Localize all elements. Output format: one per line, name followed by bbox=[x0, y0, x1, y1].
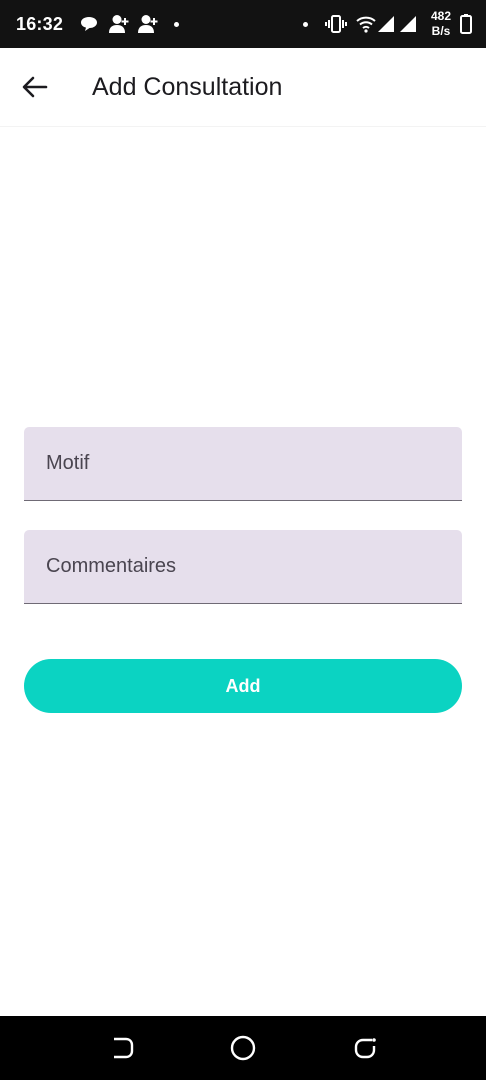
person-add-icon bbox=[109, 15, 129, 33]
vibrate-icon bbox=[325, 15, 347, 33]
motif-input[interactable] bbox=[24, 427, 462, 500]
home-nav-icon bbox=[230, 1035, 256, 1061]
back-nav-icon bbox=[114, 1037, 134, 1059]
status-time: 16:32 bbox=[16, 14, 64, 34]
chat-bubble-icon bbox=[81, 17, 97, 31]
signal-icon bbox=[400, 16, 416, 32]
nav-back-button[interactable] bbox=[109, 1034, 137, 1062]
person-add-icon bbox=[138, 15, 158, 33]
motif-field[interactable] bbox=[24, 427, 462, 501]
back-button[interactable] bbox=[18, 70, 52, 104]
indicator-dot-icon bbox=[303, 22, 308, 27]
network-speed: 482 B/s bbox=[424, 9, 458, 39]
recents-nav-icon bbox=[354, 1038, 376, 1059]
arrow-left-icon bbox=[22, 76, 48, 98]
nav-recents-button[interactable] bbox=[351, 1034, 379, 1062]
notification-dot-icon bbox=[174, 22, 179, 27]
page-title: Add Consultation bbox=[92, 73, 283, 101]
add-button[interactable]: Add bbox=[24, 659, 462, 713]
network-speed-unit: B/s bbox=[431, 24, 451, 38]
wifi-icon bbox=[356, 16, 376, 33]
comments-input[interactable] bbox=[24, 530, 462, 603]
network-speed-value: 482 bbox=[430, 9, 452, 23]
battery-icon bbox=[460, 14, 472, 34]
navigation-bar bbox=[0, 1016, 486, 1080]
nav-home-button[interactable] bbox=[229, 1034, 257, 1062]
signal-icon bbox=[378, 16, 394, 32]
status-bar: 16:32 482 B/s bbox=[0, 0, 486, 48]
app-bar: Add Consultation bbox=[0, 48, 486, 127]
comments-field[interactable] bbox=[24, 530, 462, 604]
